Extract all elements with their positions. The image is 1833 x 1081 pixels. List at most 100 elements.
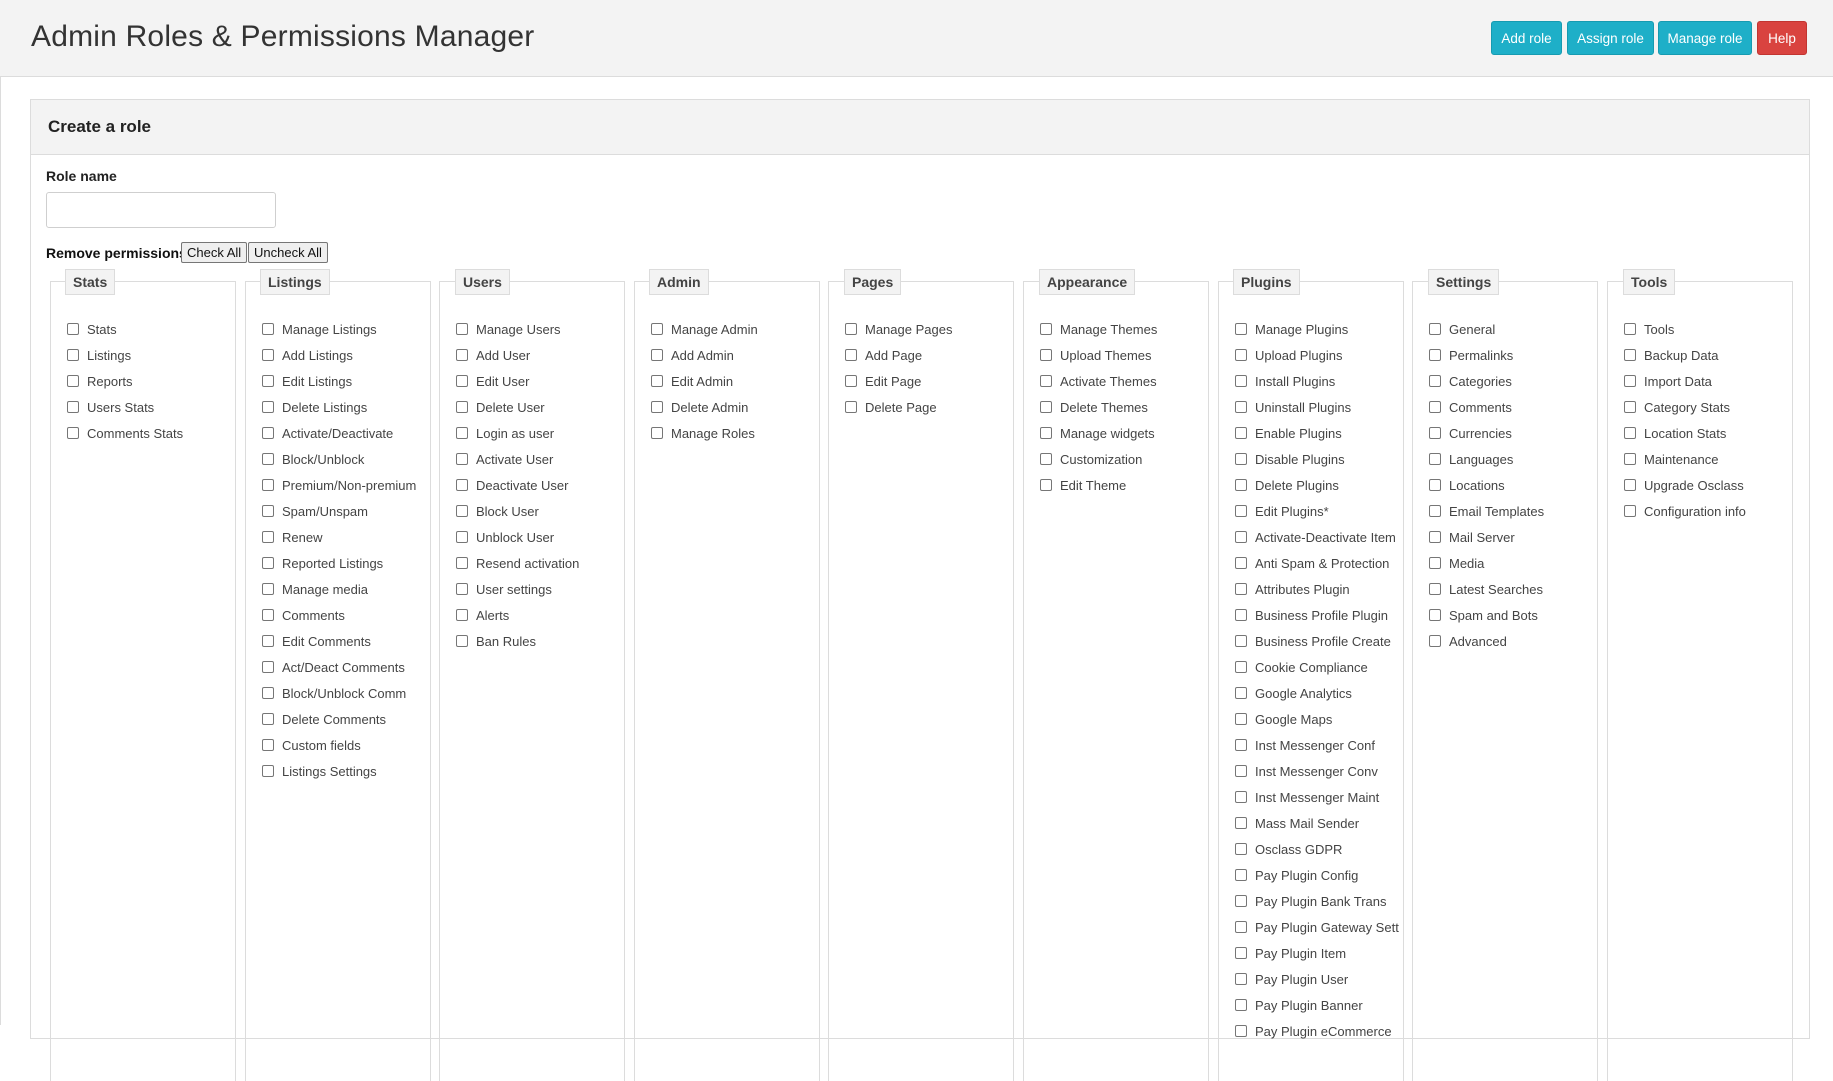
permission-item[interactable]: Manage Users <box>456 319 561 339</box>
permission-checkbox[interactable] <box>1235 947 1247 959</box>
permission-checkbox[interactable] <box>262 713 274 725</box>
permission-checkbox[interactable] <box>456 479 468 491</box>
permission-checkbox[interactable] <box>456 401 468 413</box>
uncheck-all-button[interactable]: Uncheck All <box>248 242 328 263</box>
permission-item[interactable]: User settings <box>456 579 552 599</box>
permission-item[interactable]: Maintenance <box>1624 449 1718 469</box>
permission-item[interactable]: Spam and Bots <box>1429 605 1538 625</box>
permission-item[interactable]: Reports <box>67 371 133 391</box>
permission-checkbox[interactable] <box>845 323 857 335</box>
permission-checkbox[interactable] <box>1235 791 1247 803</box>
permission-item[interactable]: Resend activation <box>456 553 579 573</box>
permission-checkbox[interactable] <box>1235 375 1247 387</box>
permission-item[interactable]: Premium/Non-premium <box>262 475 416 495</box>
permission-item[interactable]: Comments <box>1429 397 1512 417</box>
permission-checkbox[interactable] <box>1235 349 1247 361</box>
permission-checkbox[interactable] <box>67 375 79 387</box>
permission-item[interactable]: General <box>1429 319 1495 339</box>
permission-checkbox[interactable] <box>1235 687 1247 699</box>
permission-checkbox[interactable] <box>1235 713 1247 725</box>
permission-item[interactable]: Act/Deact Comments <box>262 657 405 677</box>
permission-item[interactable]: Enable Plugins <box>1235 423 1342 443</box>
permission-checkbox[interactable] <box>456 349 468 361</box>
permission-item[interactable]: Permalinks <box>1429 345 1513 365</box>
permission-item[interactable]: Disable Plugins <box>1235 449 1345 469</box>
permission-checkbox[interactable] <box>1624 505 1636 517</box>
permission-item[interactable]: Business Profile Plugin <box>1235 605 1388 625</box>
permission-checkbox[interactable] <box>456 635 468 647</box>
permission-item[interactable]: Login as user <box>456 423 554 443</box>
permission-checkbox[interactable] <box>262 401 274 413</box>
permission-item[interactable]: Add Admin <box>651 345 734 365</box>
permission-item[interactable]: Mass Mail Sender <box>1235 813 1359 833</box>
permission-item[interactable]: Business Profile Create <box>1235 631 1391 651</box>
permission-checkbox[interactable] <box>262 427 274 439</box>
permission-item[interactable]: Listings Settings <box>262 761 377 781</box>
permission-item[interactable]: Activate User <box>456 449 553 469</box>
permission-checkbox[interactable] <box>1235 869 1247 881</box>
permission-checkbox[interactable] <box>1429 427 1441 439</box>
permission-checkbox[interactable] <box>1429 401 1441 413</box>
permission-checkbox[interactable] <box>456 609 468 621</box>
permission-checkbox[interactable] <box>1235 999 1247 1011</box>
permission-item[interactable]: Edit Theme <box>1040 475 1126 495</box>
permission-checkbox[interactable] <box>1429 479 1441 491</box>
permission-item[interactable]: Pay Plugin Config <box>1235 865 1358 885</box>
permission-item[interactable]: Cookie Compliance <box>1235 657 1368 677</box>
permission-item[interactable]: Manage Listings <box>262 319 377 339</box>
check-all-button[interactable]: Check All <box>181 242 248 263</box>
permission-checkbox[interactable] <box>1624 453 1636 465</box>
permission-checkbox[interactable] <box>1624 479 1636 491</box>
permission-checkbox[interactable] <box>456 453 468 465</box>
permission-checkbox[interactable] <box>1235 765 1247 777</box>
permission-item[interactable]: Category Stats <box>1624 397 1730 417</box>
permission-checkbox[interactable] <box>1040 401 1052 413</box>
permission-item[interactable]: Delete Plugins <box>1235 475 1339 495</box>
permission-item[interactable]: Mail Server <box>1429 527 1515 547</box>
permission-checkbox[interactable] <box>1235 401 1247 413</box>
permission-item[interactable]: Delete User <box>456 397 545 417</box>
permission-item[interactable]: Upload Plugins <box>1235 345 1342 365</box>
permission-item[interactable]: Anti Spam & Protection <box>1235 553 1389 573</box>
permission-item[interactable]: Block/Unblock <box>262 449 364 469</box>
permission-item[interactable]: Manage widgets <box>1040 423 1155 443</box>
permission-checkbox[interactable] <box>1235 531 1247 543</box>
permission-item[interactable]: Block/Unblock Comm <box>262 683 406 703</box>
permission-item[interactable]: Manage Plugins <box>1235 319 1348 339</box>
permission-checkbox[interactable] <box>67 323 79 335</box>
permission-checkbox[interactable] <box>262 375 274 387</box>
permission-item[interactable]: Delete Admin <box>651 397 748 417</box>
permission-checkbox[interactable] <box>262 453 274 465</box>
permission-item[interactable]: Pay Plugin Banner <box>1235 995 1363 1015</box>
permission-item[interactable]: Google Maps <box>1235 709 1332 729</box>
permission-item[interactable]: Custom fields <box>262 735 361 755</box>
permission-checkbox[interactable] <box>262 661 274 673</box>
permission-item[interactable]: Currencies <box>1429 423 1512 443</box>
permission-item[interactable]: Delete Comments <box>262 709 386 729</box>
permission-item[interactable]: Categories <box>1429 371 1512 391</box>
permission-item[interactable]: Delete Listings <box>262 397 367 417</box>
permission-item[interactable]: Uninstall Plugins <box>1235 397 1351 417</box>
permission-checkbox[interactable] <box>845 401 857 413</box>
permission-checkbox[interactable] <box>262 323 274 335</box>
permission-checkbox[interactable] <box>845 349 857 361</box>
permission-item[interactable]: Media <box>1429 553 1484 573</box>
permission-checkbox[interactable] <box>1235 479 1247 491</box>
permission-checkbox[interactable] <box>1429 609 1441 621</box>
permission-item[interactable]: Activate/Deactivate <box>262 423 393 443</box>
permission-checkbox[interactable] <box>1040 323 1052 335</box>
permission-checkbox[interactable] <box>1235 583 1247 595</box>
permission-checkbox[interactable] <box>262 349 274 361</box>
permission-item[interactable]: Location Stats <box>1624 423 1726 443</box>
permission-checkbox[interactable] <box>262 479 274 491</box>
permission-item[interactable]: Delete Page <box>845 397 937 417</box>
permission-item[interactable]: Manage media <box>262 579 368 599</box>
permission-item[interactable]: Comments <box>262 605 345 625</box>
permission-item[interactable]: Configuration info <box>1624 501 1746 521</box>
permission-checkbox[interactable] <box>456 583 468 595</box>
permission-checkbox[interactable] <box>262 635 274 647</box>
permission-item[interactable]: Inst Messenger Conv <box>1235 761 1378 781</box>
permission-checkbox[interactable] <box>262 557 274 569</box>
permission-checkbox[interactable] <box>1429 349 1441 361</box>
permission-checkbox[interactable] <box>1429 531 1441 543</box>
